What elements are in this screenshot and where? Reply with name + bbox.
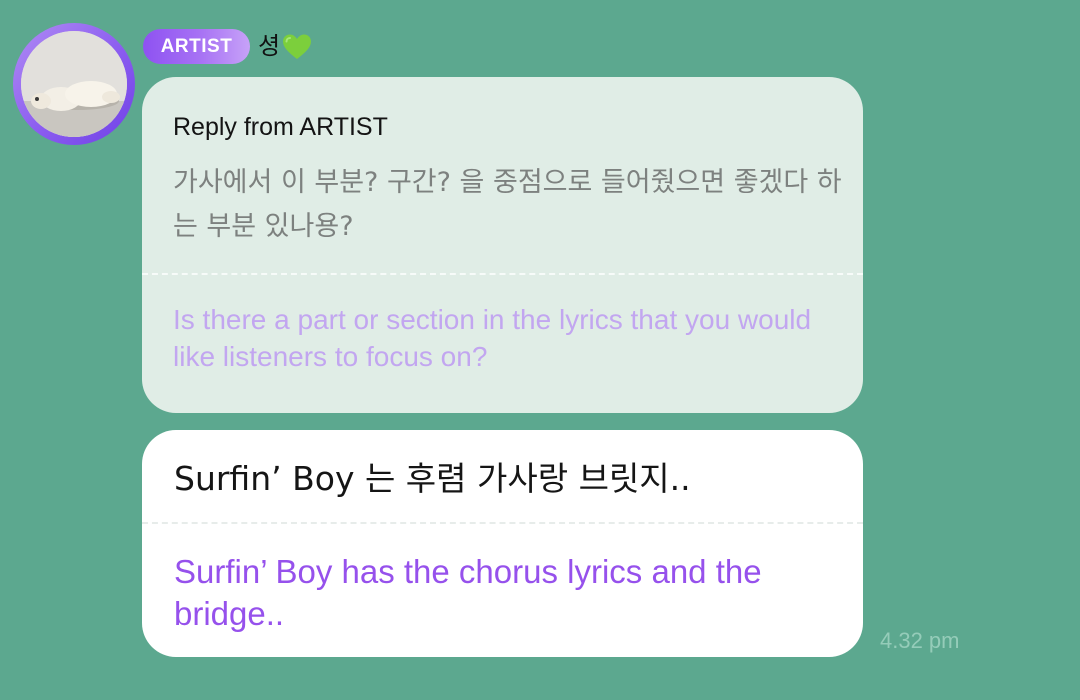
message-bubble[interactable]: Surfin’ Boy 는 후렴 가사랑 브릿지.. Surfin’ Boy h… — [142, 430, 863, 657]
avatar[interactable] — [21, 31, 127, 137]
avatar-ring[interactable] — [13, 23, 135, 145]
reply-bubble[interactable]: Reply from ARTIST 가사에서 이 부분? 구간? 을 중점으로 … — [142, 77, 863, 413]
reply-divider — [142, 273, 863, 275]
reply-header: Reply from ARTIST — [173, 113, 388, 141]
message-translation: Surfin’ Boy has the chorus lyrics and th… — [174, 553, 762, 632]
green-heart-icon — [282, 33, 312, 61]
artist-badge: ARTIST — [143, 29, 250, 64]
reply-original-text: 가사에서 이 부분? 구간? 을 중점으로 들어줬으면 좋겠다 하는 부분 있나… — [173, 167, 842, 242]
message-text: Surfin’ Boy 는 후렴 가사랑 브릿지.. — [174, 459, 691, 498]
message-timestamp: 4.32 pm — [880, 628, 960, 653]
reply-translation: Is there a part or section in the lyrics… — [173, 304, 812, 372]
dog-photo-avatar-icon — [21, 31, 127, 137]
sender-name: 셩 — [258, 32, 281, 60]
sender-name-row: 셩 — [258, 29, 312, 64]
message-divider — [142, 522, 863, 524]
